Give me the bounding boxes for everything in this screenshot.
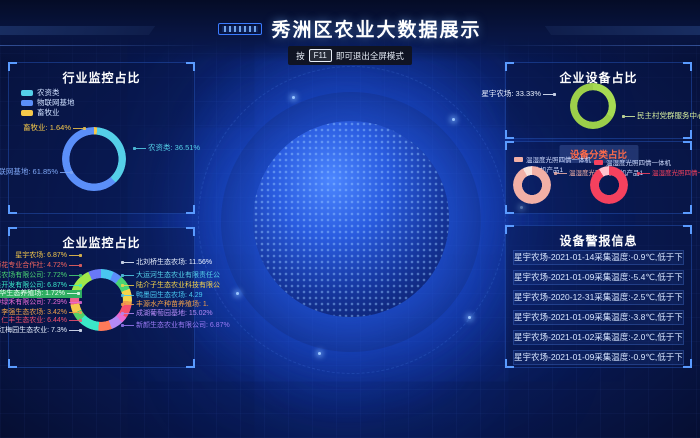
globe-dot-texture bbox=[253, 121, 449, 317]
chart-label: 新颜生态农业有限公司: 6.87% bbox=[121, 322, 230, 330]
glow-dot bbox=[318, 352, 321, 355]
corner-accent bbox=[8, 359, 17, 368]
equipment-donut-chart bbox=[570, 83, 616, 129]
f11-keycap: F11 bbox=[309, 49, 332, 62]
device-class-donut-right bbox=[590, 166, 628, 204]
fullscreen-hint: 按 F11 即可退出全屏模式 bbox=[288, 46, 412, 65]
alarm-row: 星宇农场-2021-01-02采集温度:-2.0℃,低于下限:0℃ bbox=[513, 330, 684, 345]
legend-label: 温湿度光照四情一体机 bbox=[526, 154, 591, 164]
alarm-row: 星宇农场-2021-01-09采集温度:-5.4℃,低于下限:0℃ bbox=[513, 270, 684, 285]
panel-device-alarms: 设备警报信息 星宇农场-2021-01-14采集温度:-0.9℃,低于下限:0℃… bbox=[505, 225, 692, 368]
dashboard: { "header": { "title": "秀洲区农业大数据展示", "hi… bbox=[0, 0, 700, 438]
chart-label: 星宇农场: 6.87% bbox=[15, 252, 82, 260]
panel-title: 设备警报信息 bbox=[506, 232, 691, 249]
header-left-decor bbox=[0, 26, 155, 35]
panel-enterprise-ratio: 企业监控占比 星宇农场: 6.87% 秀洲菊花专业合作社: 4.72% 家庭农场… bbox=[8, 227, 195, 368]
corner-accent bbox=[8, 205, 17, 214]
industry-donut-chart bbox=[62, 127, 126, 191]
corner-accent bbox=[505, 130, 514, 139]
legend-item: 温湿度光照四情一体机 bbox=[514, 154, 591, 164]
chart-label: 丰源水产种苗养殖场: 1. bbox=[121, 301, 209, 309]
legend-swatch bbox=[21, 90, 33, 96]
page-title: 秀洲区农业大数据展示 bbox=[271, 15, 481, 42]
glow-dot bbox=[468, 316, 471, 319]
chart-label: 畜牧业: 1.64% bbox=[23, 123, 86, 132]
header-right-line bbox=[485, 45, 700, 46]
header-left-line bbox=[0, 45, 215, 46]
hint-prefix: 按 bbox=[296, 50, 305, 62]
chart-label: 上华生态养殖场: 1.72% bbox=[0, 290, 82, 298]
legend-swatch bbox=[21, 110, 33, 116]
corner-accent bbox=[683, 130, 692, 139]
alarm-row: 星宇农场-2020-12-31采集温度:-2.5℃,低于下限:0℃ bbox=[513, 290, 684, 305]
chart-label: 北刘桥生态农场: 11.56% bbox=[121, 259, 212, 267]
alarm-list: 星宇农场-2021-01-14采集温度:-0.9℃,低于下限:0℃ 星宇农场-2… bbox=[513, 250, 684, 370]
alarm-row: 星宇农场-2021-01-09采集温度:-0.9℃,低于下限:0℃ bbox=[513, 350, 684, 365]
alarm-row: 星宇农场-2021-01-09采集温度:-3.8℃,低于下限:0℃ bbox=[513, 310, 684, 325]
device-class-donut-left bbox=[513, 166, 551, 204]
chart-label: 秀洲菊花专业合作社: 4.72% bbox=[0, 262, 82, 270]
chart-label: 成湖葡萄园基地: 15.02% bbox=[121, 310, 213, 318]
legend-label: 畜牧业 bbox=[37, 107, 60, 118]
chart-label: 仁丰生态农业: 6.44% bbox=[1, 317, 82, 325]
corner-accent bbox=[505, 205, 514, 214]
panel-equipment-ratio: 企业设备占比 星宇农场: 33.33% 民主村党群服务中心 bbox=[505, 62, 692, 139]
panel-device-class-ratio: 设备分类占比 温湿度光照四情一体机 一体机产品1 温湿度光照四情一… 温湿度光照… bbox=[505, 141, 692, 214]
chart-label: 围垦开发有限公司: 6.87% bbox=[0, 282, 82, 290]
title-row: 秀洲区农业大数据展示 bbox=[218, 15, 481, 42]
chart-label: 鸭墨园生态农场: 4.29 bbox=[121, 292, 203, 300]
legend-swatch bbox=[514, 157, 523, 162]
legend-swatch bbox=[594, 160, 603, 165]
logo-badge bbox=[218, 23, 262, 35]
legend-label: 温湿度光照四情一体机 bbox=[606, 157, 671, 167]
panel-title: 企业监控占比 bbox=[9, 234, 194, 251]
chart-label: 大运河生态农业有限责任公 bbox=[121, 272, 220, 280]
chart-label: 温湿度光照四情一… bbox=[637, 170, 700, 178]
glow-dot bbox=[452, 118, 455, 121]
header-right-decor bbox=[545, 26, 700, 35]
chart-label: 陆介子生态农业科技有限公 bbox=[121, 282, 220, 290]
globe bbox=[253, 121, 449, 317]
legend-item: 畜牧业 bbox=[21, 107, 60, 118]
alarm-row: 星宇农场-2021-01-14采集温度:-0.9℃,低于下限:0℃ bbox=[513, 250, 684, 265]
chart-label: 李强生态农场: 3.42% bbox=[1, 309, 82, 317]
chart-label: 农资类: 36.51% bbox=[133, 143, 200, 152]
corner-accent bbox=[683, 205, 692, 214]
chart-label: 物联网基地: 61.85% bbox=[0, 167, 73, 176]
glow-dot bbox=[292, 96, 295, 99]
corner-accent bbox=[186, 205, 195, 214]
panel-industry-ratio: 行业监控占比 农资类 物联网基地 畜牧业 畜牧业: 1.64% 农资类: 36.… bbox=[8, 62, 195, 214]
chart-label: 中绿禾有限公司: 7.29% bbox=[0, 299, 82, 307]
hint-suffix: 即可退出全屏模式 bbox=[336, 50, 404, 62]
glow-dot bbox=[236, 292, 239, 295]
corner-accent bbox=[683, 359, 692, 368]
chart-label: 家庭农场有限公司: 7.72% bbox=[0, 272, 82, 280]
chart-label: 星宇农场: 33.33% bbox=[481, 89, 556, 98]
corner-accent bbox=[186, 359, 195, 368]
panel-title: 行业监控占比 bbox=[9, 69, 194, 86]
corner-accent bbox=[683, 141, 692, 150]
header: 秀洲区农业大数据展示 按 F11 即可退出全屏模式 bbox=[0, 0, 700, 62]
chart-label: 民主村党群服务中心 bbox=[622, 111, 700, 120]
corner-accent bbox=[505, 141, 514, 150]
legend-swatch bbox=[21, 100, 33, 106]
chart-label: 红梅园生态农业: 7.3% bbox=[0, 327, 82, 335]
